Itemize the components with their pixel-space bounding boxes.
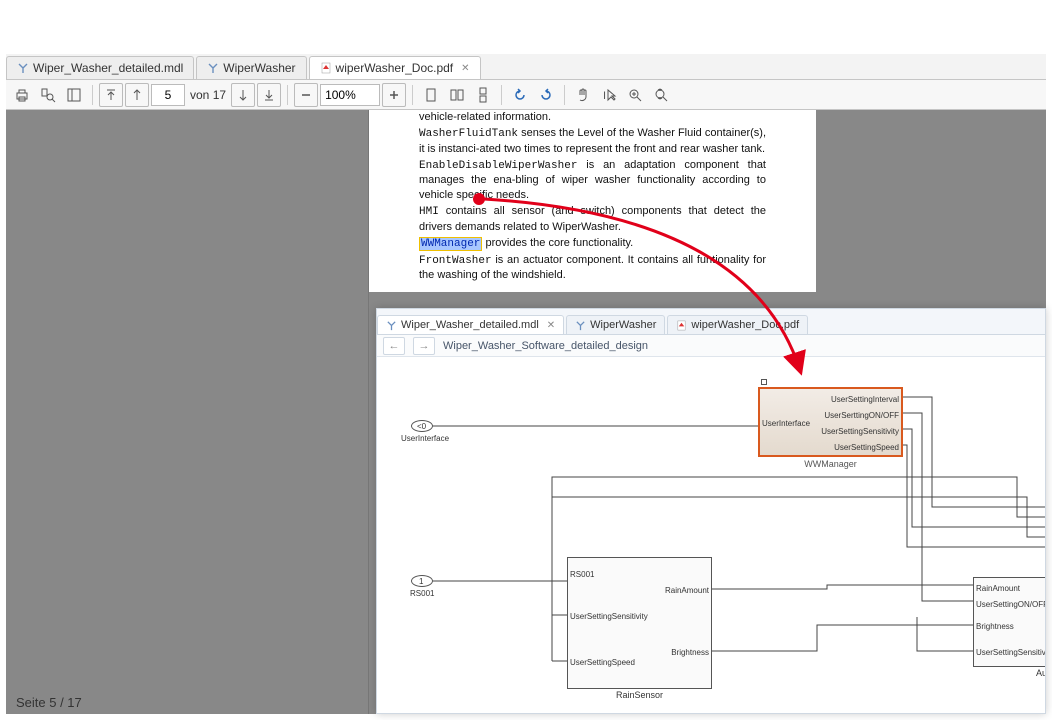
toolbar-divider [564,85,565,105]
pdf-icon [676,320,687,331]
rotate-left-button[interactable] [508,83,532,107]
search-button[interactable] [36,83,60,107]
tab-label: wiperWasher_Doc.pdf [691,319,799,331]
tab-label: wiperWasher_Doc.pdf [336,61,454,75]
sidebar-toggle-button[interactable] [62,83,86,107]
prev-page-button[interactable] [125,83,149,107]
close-icon[interactable]: ✕ [461,63,469,74]
tab-wiper-washer-detailed[interactable]: Wiper_Washer_detailed.mdl [6,56,194,79]
model-icon [575,320,586,331]
model-icon [386,320,397,331]
tab-model-doc-pdf[interactable]: wiperWasher_Doc.pdf [667,315,808,334]
toolbar-divider [412,85,413,105]
facing-pages-button[interactable] [445,83,469,107]
page-of-label: von 17 [187,88,229,102]
zoom-input[interactable] [320,84,380,106]
toolbar-divider [287,85,288,105]
pdf-tab-bar: Wiper_Washer_detailed.mdl WiperWasher wi… [6,54,1046,80]
zoom-in-button[interactable] [382,83,406,107]
model-icon [207,62,219,74]
dynamic-zoom-button[interactable] [649,83,673,107]
model-icon [17,62,29,74]
tab-model-wiperwasher[interactable]: WiperWasher [566,315,665,334]
model-tab-bar: Wiper_Washer_detailed.mdl ✕ WiperWasher … [377,309,1045,335]
toolbar-divider [92,85,93,105]
wwmanager-link[interactable]: WWManager [419,237,482,251]
marquee-zoom-button[interactable] [623,83,647,107]
close-icon[interactable]: ✕ [547,320,555,331]
nav-back-button[interactable]: ← [383,337,405,355]
tab-wiperwasher[interactable]: WiperWasher [196,56,306,79]
hand-tool-button[interactable] [571,83,595,107]
tab-wiperwasher-doc-pdf[interactable]: wiperWasher_Doc.pdf ✕ [309,56,481,79]
pdf-toolbar: von 17 I [6,80,1046,110]
pdf-icon [320,62,332,74]
first-page-button[interactable] [99,83,123,107]
breadcrumb-path[interactable]: Wiper_Washer_Software_detailed_design [443,340,648,352]
tab-label: WiperWasher [590,319,656,331]
tab-label: Wiper_Washer_detailed.mdl [33,61,183,75]
tab-label: WiperWasher [223,61,295,75]
fit-page-button[interactable] [419,83,443,107]
zoom-out-button[interactable] [294,83,318,107]
page-status-label: Seite 5 / 17 [16,695,82,710]
page-number-input[interactable] [151,84,185,106]
tab-model-detailed[interactable]: Wiper_Washer_detailed.mdl ✕ [377,315,564,334]
select-tool-button[interactable]: I [597,83,621,107]
thumbnail-panel[interactable] [6,110,369,714]
simulink-window: Wiper_Washer_detailed.mdl ✕ WiperWasher … [376,308,1046,714]
rotate-right-button[interactable] [534,83,558,107]
continuous-button[interactable] [471,83,495,107]
signal-wires [377,357,1045,713]
last-page-button[interactable] [257,83,281,107]
model-canvas[interactable]: <0 UserInterface UserInterface UserSetti… [377,357,1045,713]
print-button[interactable] [10,83,34,107]
model-breadcrumb: ← → Wiper_Washer_Software_detailed_desig… [377,335,1045,357]
toolbar-divider [501,85,502,105]
svg-text:I: I [603,90,606,102]
tab-label: Wiper_Washer_detailed.mdl [401,319,539,331]
next-page-button[interactable] [231,83,255,107]
pdf-page-content: vehicle-related information. WasherFluid… [369,110,816,292]
nav-forward-button[interactable]: → [413,337,435,355]
